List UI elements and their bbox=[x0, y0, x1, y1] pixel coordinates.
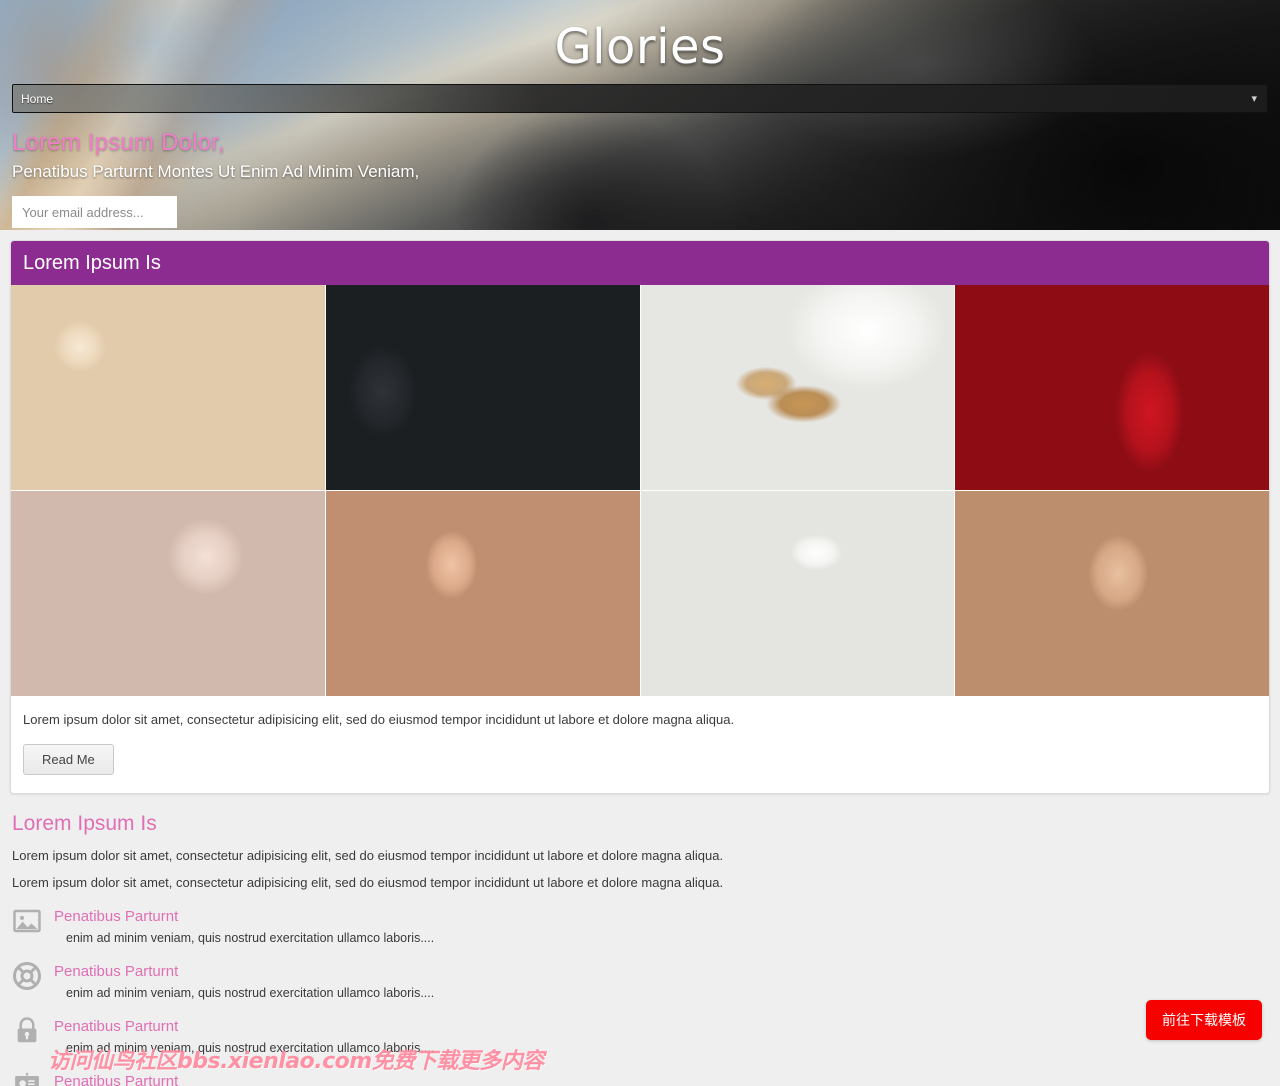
gallery-image-2[interactable] bbox=[325, 285, 640, 490]
feature-list: Penatibus Parturnt enim ad minim veniam,… bbox=[12, 906, 1268, 1086]
feature-description: enim ad minim veniam, quis nostrud exerc… bbox=[66, 1041, 435, 1055]
site-title: Glories bbox=[554, 19, 726, 75]
feature-title[interactable]: Penatibus Parturnt bbox=[54, 906, 1268, 928]
lower-section-title: Lorem Ipsum Is bbox=[12, 812, 157, 835]
gallery-image-4[interactable] bbox=[955, 285, 1269, 490]
hero-subheadline: Penatibus Parturnt Montes Ut Enim Ad Min… bbox=[12, 162, 420, 181]
main-nav-dropdown[interactable]: Home ▾ bbox=[12, 84, 1268, 113]
lock-icon bbox=[12, 1016, 42, 1046]
feature-title[interactable]: Penatibus Parturnt bbox=[54, 1071, 1268, 1086]
lifebuoy-icon bbox=[12, 961, 42, 991]
page-body: Lorem Ipsum Is Lorem ipsum dolor sit ame… bbox=[0, 230, 1280, 1086]
nav-selected-label: Home bbox=[21, 91, 54, 106]
image-gallery bbox=[11, 285, 1269, 696]
gallery-image-8[interactable] bbox=[955, 491, 1269, 696]
site-hero: Glories Home ▾ Lorem Ipsum Dolor, Penati… bbox=[0, 0, 1280, 230]
gallery-image-1[interactable] bbox=[11, 285, 325, 490]
feature-title[interactable]: Penatibus Parturnt bbox=[54, 1016, 1268, 1038]
hero-headline: Lorem Ipsum Dolor, bbox=[12, 129, 226, 156]
gallery-image-3[interactable] bbox=[640, 285, 955, 490]
hero-copy-block: Lorem Ipsum Dolor, Penatibus Parturnt Mo… bbox=[12, 128, 419, 228]
featured-card: Lorem Ipsum Is Lorem ipsum dolor sit ame… bbox=[10, 240, 1270, 794]
featured-card-text: Lorem ipsum dolor sit amet, consectetur … bbox=[23, 712, 735, 727]
gallery-image-5[interactable] bbox=[11, 491, 325, 696]
presentation-icon bbox=[12, 1071, 42, 1086]
list-item[interactable]: Penatibus Parturnt enim ad minim veniam,… bbox=[12, 1016, 1268, 1071]
featured-card-title: Lorem Ipsum Is bbox=[23, 251, 161, 274]
featured-card-header: Lorem Ipsum Is bbox=[11, 241, 1269, 285]
feature-title[interactable]: Penatibus Parturnt bbox=[54, 961, 1268, 983]
image-icon bbox=[12, 906, 42, 936]
gallery-image-6[interactable] bbox=[325, 491, 640, 696]
lower-paragraph-2: Lorem ipsum dolor sit amet, consectetur … bbox=[12, 875, 724, 890]
email-input[interactable] bbox=[12, 196, 177, 228]
feature-description: enim ad minim veniam, quis nostrud exerc… bbox=[66, 931, 435, 945]
gallery-image-7[interactable] bbox=[640, 491, 955, 696]
download-template-button[interactable]: 前往下载模板 bbox=[1146, 1000, 1262, 1040]
read-me-button[interactable]: Read Me bbox=[23, 744, 114, 775]
feature-description: enim ad minim veniam, quis nostrud exerc… bbox=[66, 986, 435, 1000]
lower-paragraph-1: Lorem ipsum dolor sit amet, consectetur … bbox=[12, 848, 724, 863]
list-item[interactable]: Penatibus Parturnt enim ad minim veniam,… bbox=[12, 1071, 1268, 1086]
lower-section: Lorem Ipsum Is Lorem ipsum dolor sit ame… bbox=[0, 794, 1280, 1086]
list-item[interactable]: Penatibus Parturnt enim ad minim veniam,… bbox=[12, 961, 1268, 1016]
featured-card-body: Lorem ipsum dolor sit amet, consectetur … bbox=[11, 696, 1269, 793]
list-item[interactable]: Penatibus Parturnt enim ad minim veniam,… bbox=[12, 906, 1268, 961]
chevron-down-icon: ▾ bbox=[1251, 92, 1257, 105]
